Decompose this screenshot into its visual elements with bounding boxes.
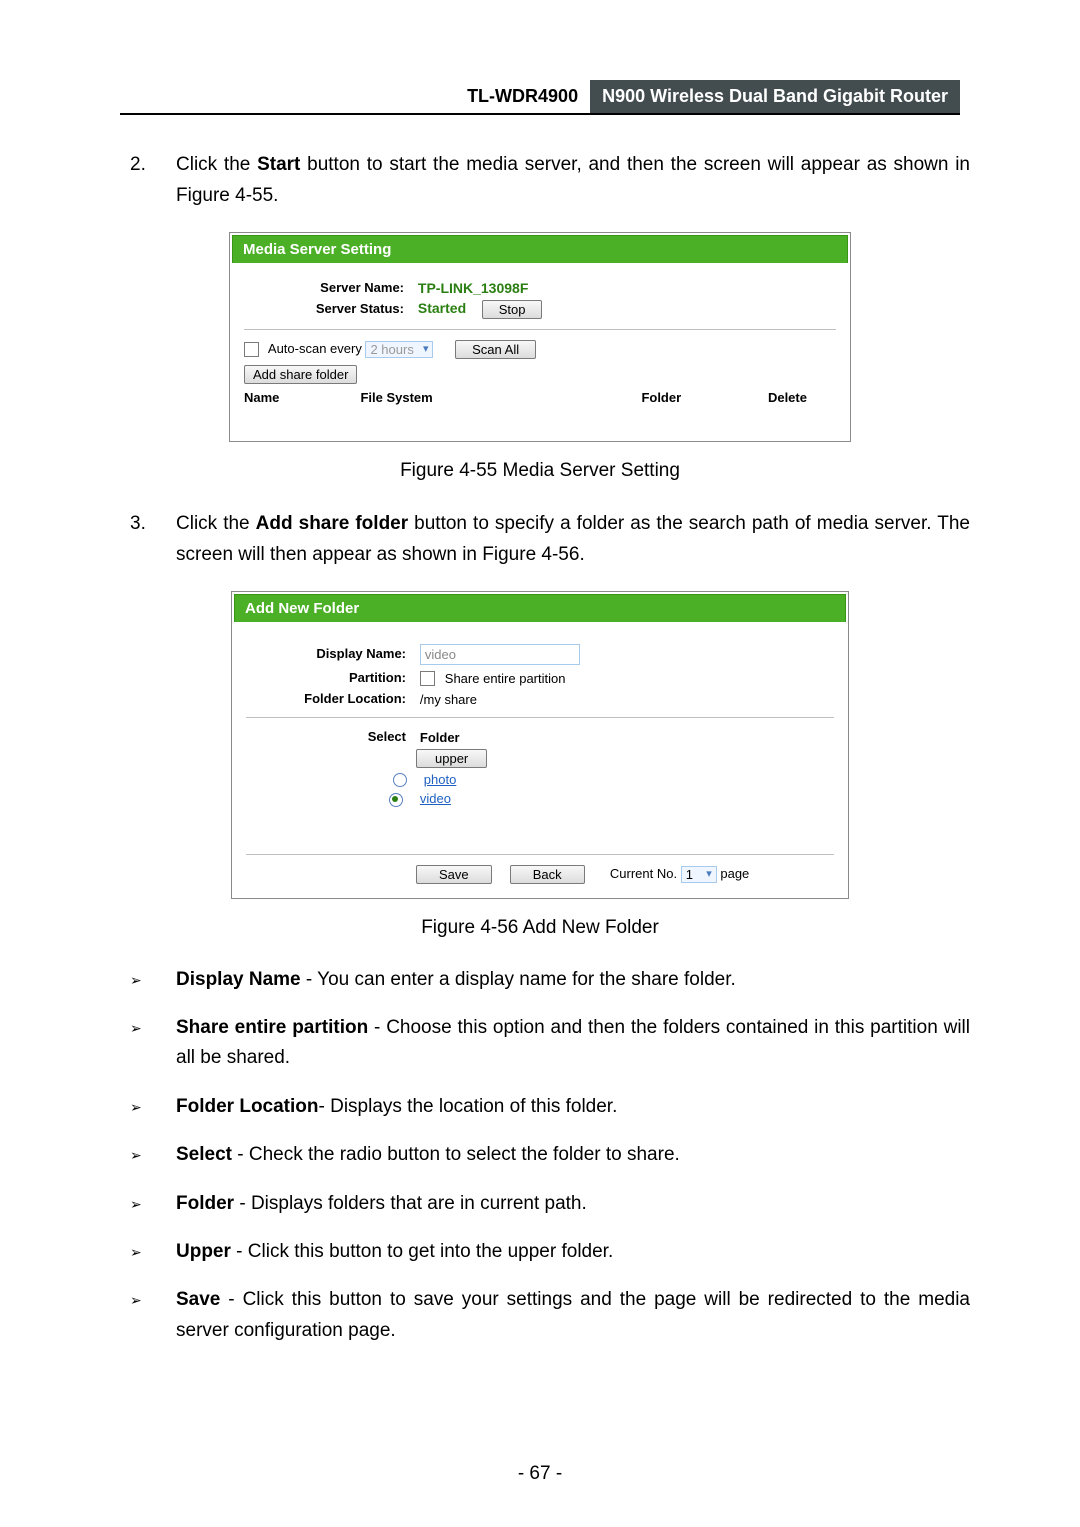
description-item: ➢Select - Check the radio button to sele… [176, 1140, 970, 1170]
server-name-label: Server Name: [244, 280, 414, 295]
autoscan-checkbox[interactable] [244, 342, 259, 357]
share-partition-checkbox[interactable] [420, 671, 435, 686]
figure-4-56-caption: Figure 4-56 Add New Folder [110, 917, 970, 939]
bullet-icon: ➢ [130, 1289, 142, 1311]
partition-label: Partition: [246, 670, 416, 685]
chevron-down-icon: ▾ [706, 867, 712, 880]
folder-row-video: video [416, 790, 834, 806]
display-name-label: Display Name: [246, 646, 416, 661]
page-select[interactable]: 1▾ [681, 866, 717, 883]
display-name-input[interactable]: video [420, 644, 580, 665]
chevron-down-icon: ▾ [423, 342, 429, 355]
panel-title: Add New Folder [234, 594, 846, 622]
folder-column-label: Folder [420, 730, 460, 745]
current-no-label: Current No. [610, 865, 677, 880]
panel-title: Media Server Setting [232, 235, 848, 263]
folder-location-label: Folder Location: [246, 691, 416, 706]
video-radio[interactable] [389, 793, 403, 807]
add-share-folder-button[interactable]: Add share folder [244, 365, 357, 384]
autoscan-label: Auto-scan every [268, 341, 362, 356]
bullet-icon: ➢ [130, 1096, 142, 1118]
scan-all-button[interactable]: Scan All [455, 340, 536, 359]
description-item: ➢Folder Location- Displays the location … [176, 1092, 970, 1122]
video-link[interactable]: video [420, 791, 451, 806]
server-name-value: TP-LINK_13098F [418, 280, 528, 296]
step-2: 2. Click the Start button to start the m… [176, 149, 970, 212]
description-item: ➢Save - Click this button to save your s… [176, 1285, 970, 1346]
description-item: ➢Upper - Click this button to get into t… [176, 1237, 970, 1267]
figure-4-55-caption: Figure 4-55 Media Server Setting [110, 460, 970, 482]
upper-button[interactable]: upper [416, 749, 487, 768]
back-button[interactable]: Back [510, 865, 585, 884]
document-header: TL-WDR4900 N900 Wireless Dual Band Gigab… [120, 80, 960, 115]
select-column-label: Select [246, 729, 416, 744]
share-table-header: Name File System Folder Delete [244, 390, 836, 405]
product-name: N900 Wireless Dual Band Gigabit Router [590, 80, 960, 113]
model-number: TL-WDR4900 [455, 80, 590, 113]
figure-4-55: Media Server Setting Server Name: TP-LIN… [229, 232, 851, 442]
photo-link[interactable]: photo [424, 772, 457, 787]
bullet-icon: ➢ [130, 1193, 142, 1215]
page-text: page [720, 865, 749, 880]
share-partition-text: Share entire partition [445, 671, 566, 686]
photo-radio[interactable] [393, 773, 407, 787]
bullet-icon: ➢ [130, 969, 142, 991]
save-button[interactable]: Save [416, 865, 492, 884]
step-3: 3. Click the Add share folder button to … [176, 508, 970, 571]
bullet-icon: ➢ [130, 1241, 142, 1263]
folder-location-value: /my share [420, 692, 477, 707]
figure-4-56: Add New Folder Display Name: video Parti… [231, 591, 849, 899]
bullet-icon: ➢ [130, 1017, 142, 1039]
server-status-label: Server Status: [244, 301, 414, 316]
description-item: ➢Display Name - You can enter a display … [176, 965, 970, 995]
autoscan-select[interactable]: 2 hours▾ [365, 341, 433, 358]
folder-row-photo: photo [416, 771, 834, 787]
stop-button[interactable]: Stop [482, 300, 543, 319]
description-item: ➢Share entire partition - Choose this op… [176, 1013, 970, 1074]
server-status-value: Started [418, 300, 466, 316]
bullet-icon: ➢ [130, 1144, 142, 1166]
description-item: ➢Folder - Displays folders that are in c… [176, 1189, 970, 1219]
page-number: - 67 - [0, 1463, 1080, 1485]
